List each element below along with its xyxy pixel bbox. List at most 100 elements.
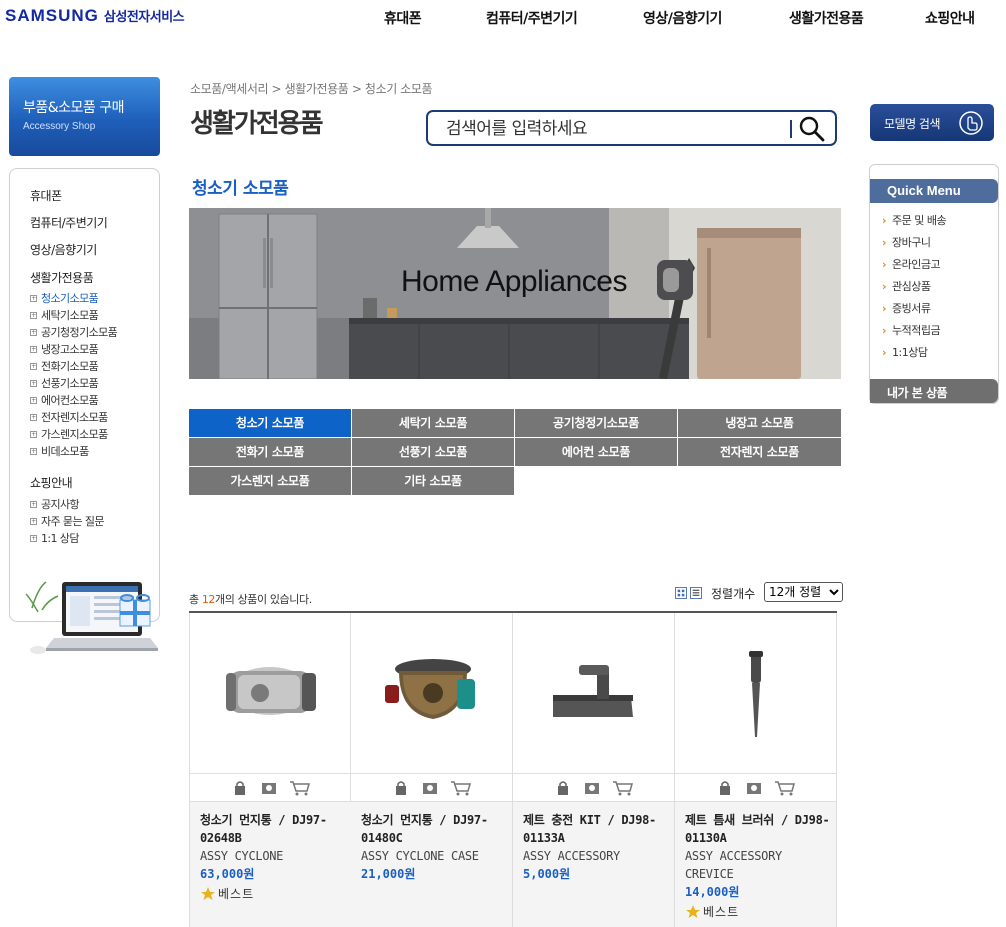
product-card[interactable]: 제트 틈새 브러쉬 / DJ98-01130A ASSY ACCESSORY C…: [675, 613, 837, 927]
view-toggle: [675, 587, 702, 599]
grid-view-icon[interactable]: [675, 587, 687, 599]
wishlist-lock-icon[interactable]: [391, 780, 411, 796]
tab-washer[interactable]: 세탁기 소모품: [352, 409, 514, 437]
subcat-phone[interactable]: + 전화기소모품: [30, 358, 99, 374]
product-image-cyclone[interactable]: [190, 613, 351, 773]
breadcrumb[interactable]: 소모품/액세서리 > 생활가전용품 > 청소기 소모품: [190, 80, 433, 97]
category-shopping-guide[interactable]: 쇼핑안내: [30, 474, 73, 491]
topnav-phone[interactable]: 휴대폰: [384, 8, 422, 28]
tab-aircon[interactable]: 에어컨 소모품: [515, 438, 677, 466]
product-image-charge-kit[interactable]: [513, 613, 674, 773]
zoom-icon[interactable]: [259, 780, 279, 796]
model-search-button[interactable]: 모델명 검색: [870, 104, 994, 141]
zoom-icon[interactable]: [744, 780, 764, 796]
subcat-aircon[interactable]: + 에어컨소모품: [30, 392, 99, 408]
subcat-notice[interactable]: + 공지사항: [30, 496, 80, 512]
product-price: 21,000원: [361, 867, 416, 881]
category-av[interactable]: 영상/음향기기: [30, 241, 97, 258]
list-view-icon[interactable]: [690, 587, 702, 599]
page-title: 생활가전용품: [190, 109, 324, 139]
wishlist-lock-icon[interactable]: [553, 780, 573, 796]
topnav-shopping-guide[interactable]: 쇼핑안내: [925, 8, 975, 28]
subcat-faq[interactable]: + 자주 묻는 질문: [30, 513, 105, 529]
medal-icon: [201, 886, 215, 900]
product-name[interactable]: 청소기 먼지통 / DJ97-02648B: [200, 811, 345, 847]
product-card[interactable]: 청소기 먼지통 / DJ97-01480C ASSY CYCLONE CASE …: [351, 613, 513, 927]
quick-menu-title: Quick Menu: [870, 179, 998, 203]
subcat-bidet[interactable]: + 비데소모품: [30, 443, 89, 459]
touch-hand-icon: [959, 111, 983, 135]
best-badge: 베스트: [685, 903, 830, 920]
section-title: 청소기 소모품: [192, 179, 289, 199]
tab-microwave[interactable]: 전자렌지 소모품: [678, 438, 841, 466]
medal-icon: [686, 904, 700, 918]
wishlist-lock-icon[interactable]: [715, 780, 735, 796]
sort-count-select[interactable]: 12개 정렬: [764, 582, 843, 602]
banner-text: Home Appliances: [401, 265, 627, 298]
tab-refrigerator[interactable]: 냉장고 소모품: [678, 409, 841, 437]
plus-icon: +: [30, 294, 37, 302]
subcat-inquiry[interactable]: +1:1 상담: [30, 530, 79, 546]
product-card[interactable]: 제트 충전 KIT / DJ98-01133A ASSY ACCESSORY 5…: [513, 613, 675, 927]
category-computer[interactable]: 컴퓨터/주변기기: [30, 214, 108, 231]
quick-online-safe[interactable]: 온라인금고: [882, 256, 941, 272]
quick-wishlist[interactable]: 관심상품: [882, 278, 931, 294]
search-icon[interactable]: [798, 115, 826, 143]
cart-icon[interactable]: [288, 780, 312, 796]
subcat-vacuum[interactable]: + 청소기소모품: [30, 290, 99, 306]
subcat-microwave[interactable]: + 전자렌지소모품: [30, 409, 108, 425]
product-price: 63,000원: [200, 867, 255, 881]
product-actions: [513, 773, 674, 801]
topnav-computer[interactable]: 컴퓨터/주변기기: [486, 8, 578, 28]
tab-vacuum[interactable]: 청소기 소모품: [189, 409, 351, 437]
subcat-fan[interactable]: + 선풍기소모품: [30, 375, 99, 391]
recently-viewed[interactable]: 내가 본 상품: [870, 379, 998, 403]
subcat-refrigerator[interactable]: + 냉장고소모품: [30, 341, 99, 357]
accessory-shop-banner[interactable]: 부품&소모품 구매 Accessory Shop: [9, 77, 160, 156]
topnav-av[interactable]: 영상/음향기기: [643, 8, 722, 28]
category-home-appliance[interactable]: 생활가전용품: [30, 269, 94, 286]
product-info: 청소기 먼지통 / DJ97-02648B ASSY CYCLONE 63,00…: [190, 801, 351, 927]
quick-order-delivery[interactable]: 주문 및 배송: [882, 212, 947, 228]
product-count-number: 12: [201, 593, 216, 606]
quick-cart[interactable]: 장바구니: [882, 234, 931, 250]
subcat-washer[interactable]: + 세탁기소모품: [30, 307, 99, 323]
product-model: ASSY CYCLONE: [200, 849, 284, 863]
product-image-cyclone-case[interactable]: [351, 613, 512, 773]
tab-air-purifier[interactable]: 공기청정기소모품: [515, 409, 677, 437]
search-input[interactable]: [446, 118, 776, 140]
cart-icon[interactable]: [773, 780, 797, 796]
search-divider: [790, 120, 792, 138]
subcat-gas-range[interactable]: + 가스렌지소모품: [30, 426, 108, 442]
product-name[interactable]: 제트 충전 KIT / DJ98-01133A: [523, 811, 668, 847]
zoom-icon[interactable]: [420, 780, 440, 796]
product-card[interactable]: 청소기 먼지통 / DJ97-02648B ASSY CYCLONE 63,00…: [189, 613, 351, 927]
sort-label: 정렬개수: [711, 587, 756, 601]
plus-icon: +: [30, 534, 37, 542]
quick-receipts[interactable]: 증빙서류: [882, 300, 931, 316]
top-navigation: 휴대폰 컴퓨터/주변기기 영상/음향기기 생활가전용품 쇼핑안내: [0, 8, 1006, 28]
subcat-air-purifier[interactable]: + 공기청정기소모품: [30, 324, 118, 340]
left-category-nav: 휴대폰 컴퓨터/주변기기 영상/음향기기 생활가전용품 + 청소기소모품 + 세탁기…: [9, 168, 160, 622]
wishlist-lock-icon[interactable]: [230, 780, 250, 796]
topnav-home-appliance[interactable]: 생활가전용품: [789, 8, 864, 28]
plus-icon: +: [30, 396, 37, 404]
category-phone[interactable]: 휴대폰: [30, 187, 62, 204]
quick-inquiry[interactable]: 1:1상담: [882, 344, 928, 360]
tab-etc[interactable]: 기타 소모품: [352, 467, 514, 495]
cart-icon[interactable]: [611, 780, 635, 796]
tab-fan[interactable]: 선풍기 소모품: [352, 438, 514, 466]
tab-gas-range[interactable]: 가스렌지 소모품: [189, 467, 351, 495]
tab-phone[interactable]: 전화기 소모품: [189, 438, 351, 466]
zoom-icon[interactable]: [582, 780, 602, 796]
product-name[interactable]: 제트 틈새 브러쉬 / DJ98-01130A: [685, 811, 830, 847]
product-image-crevice-brush[interactable]: [675, 613, 836, 773]
home-appliances-banner: Home Appliances: [189, 208, 841, 379]
laptop-gift-illustration: [25, 581, 158, 654]
product-name[interactable]: 청소기 먼지통 / DJ97-01480C: [361, 811, 506, 847]
plus-icon: +: [30, 345, 37, 353]
cart-icon[interactable]: [449, 780, 473, 796]
product-price: 5,000원: [523, 867, 571, 881]
quick-points[interactable]: 누적적립금: [882, 322, 941, 338]
product-count: 총 12개의 상품이 있습니다.: [189, 593, 312, 606]
